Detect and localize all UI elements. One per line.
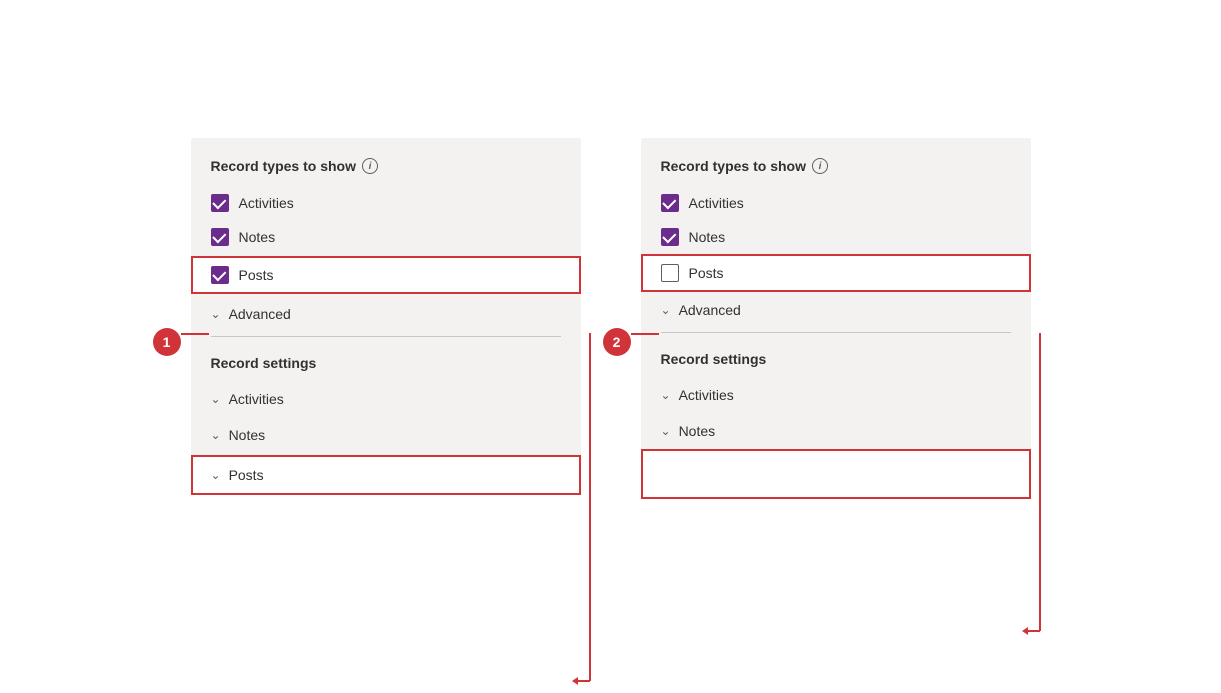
settings-posts-row-1[interactable]: ⌄ Posts (191, 455, 581, 495)
record-types-title-2: Record types to show (661, 158, 806, 174)
settings-posts-chevron-1: ⌄ (211, 468, 221, 482)
record-settings-title-1: Record settings (191, 341, 581, 381)
advanced-label-2: Advanced (679, 302, 741, 318)
arrow1-vertical (578, 333, 603, 693)
settings-notes-chevron-2: ⌄ (661, 424, 671, 438)
settings-posts-label-1: Posts (229, 467, 264, 483)
panel2-section-title: Record types to show i (641, 158, 1031, 186)
settings-posts-empty-row-2 (641, 449, 1031, 499)
info-icon-2[interactable]: i (812, 158, 828, 174)
posts-checkbox-2[interactable] (661, 264, 679, 282)
settings-activities-chevron-1: ⌄ (211, 392, 221, 406)
posts-label-1: Posts (239, 267, 274, 283)
badge-1: 1 (153, 328, 181, 356)
settings-activities-label-2: Activities (679, 387, 734, 403)
activities-checkbox-1[interactable] (211, 194, 229, 212)
page-container: 1 Record types to show i Activities Note… (131, 118, 1091, 519)
panel2-wrapper: 2 Record types to show i Activities Note… (641, 138, 1031, 499)
notes-label-2: Notes (689, 229, 726, 245)
posts-checkbox-row-2[interactable]: Posts (641, 254, 1031, 292)
settings-activities-label-1: Activities (229, 391, 284, 407)
posts-checkbox-1[interactable] (211, 266, 229, 284)
posts-label-2: Posts (689, 265, 724, 281)
posts-checkbox-row-1[interactable]: Posts (191, 256, 581, 294)
badge-2: 2 (603, 328, 631, 356)
activities-checkbox-row-2[interactable]: Activities (641, 186, 1031, 220)
activities-label-2: Activities (689, 195, 744, 211)
notes-checkbox-row-2[interactable]: Notes (641, 220, 1031, 254)
settings-notes-label-1: Notes (229, 427, 266, 443)
arrow2-line (631, 333, 661, 335)
advanced-row-1[interactable]: ⌄ Advanced (191, 296, 581, 332)
activities-label-1: Activities (239, 195, 294, 211)
settings-activities-chevron-2: ⌄ (661, 388, 671, 402)
activities-checkbox-2[interactable] (661, 194, 679, 212)
notes-checkbox-1[interactable] (211, 228, 229, 246)
settings-notes-chevron-1: ⌄ (211, 428, 221, 442)
advanced-chevron-2: ⌄ (661, 303, 671, 317)
advanced-chevron-1: ⌄ (211, 307, 221, 321)
divider-1 (211, 336, 561, 337)
settings-notes-row-1[interactable]: ⌄ Notes (191, 417, 581, 453)
arrow2-vertical (1028, 333, 1053, 643)
panel1: Record types to show i Activities Notes … (191, 138, 581, 495)
divider-2 (661, 332, 1011, 333)
settings-activities-row-1[interactable]: ⌄ Activities (191, 381, 581, 417)
panel1-section-title: Record types to show i (191, 158, 581, 186)
arrow1-line (181, 333, 211, 335)
record-types-title-1: Record types to show (211, 158, 356, 174)
panel2: Record types to show i Activities Notes … (641, 138, 1031, 499)
settings-activities-row-2[interactable]: ⌄ Activities (641, 377, 1031, 413)
notes-label-1: Notes (239, 229, 276, 245)
advanced-row-2[interactable]: ⌄ Advanced (641, 292, 1031, 328)
record-settings-title-2: Record settings (641, 337, 1031, 377)
notes-checkbox-2[interactable] (661, 228, 679, 246)
settings-notes-row-2[interactable]: ⌄ Notes (641, 413, 1031, 449)
activities-checkbox-row-1[interactable]: Activities (191, 186, 581, 220)
notes-checkbox-row-1[interactable]: Notes (191, 220, 581, 254)
advanced-label-1: Advanced (229, 306, 291, 322)
panel1-wrapper: 1 Record types to show i Activities Note… (191, 138, 581, 497)
settings-notes-label-2: Notes (679, 423, 716, 439)
info-icon-1[interactable]: i (362, 158, 378, 174)
